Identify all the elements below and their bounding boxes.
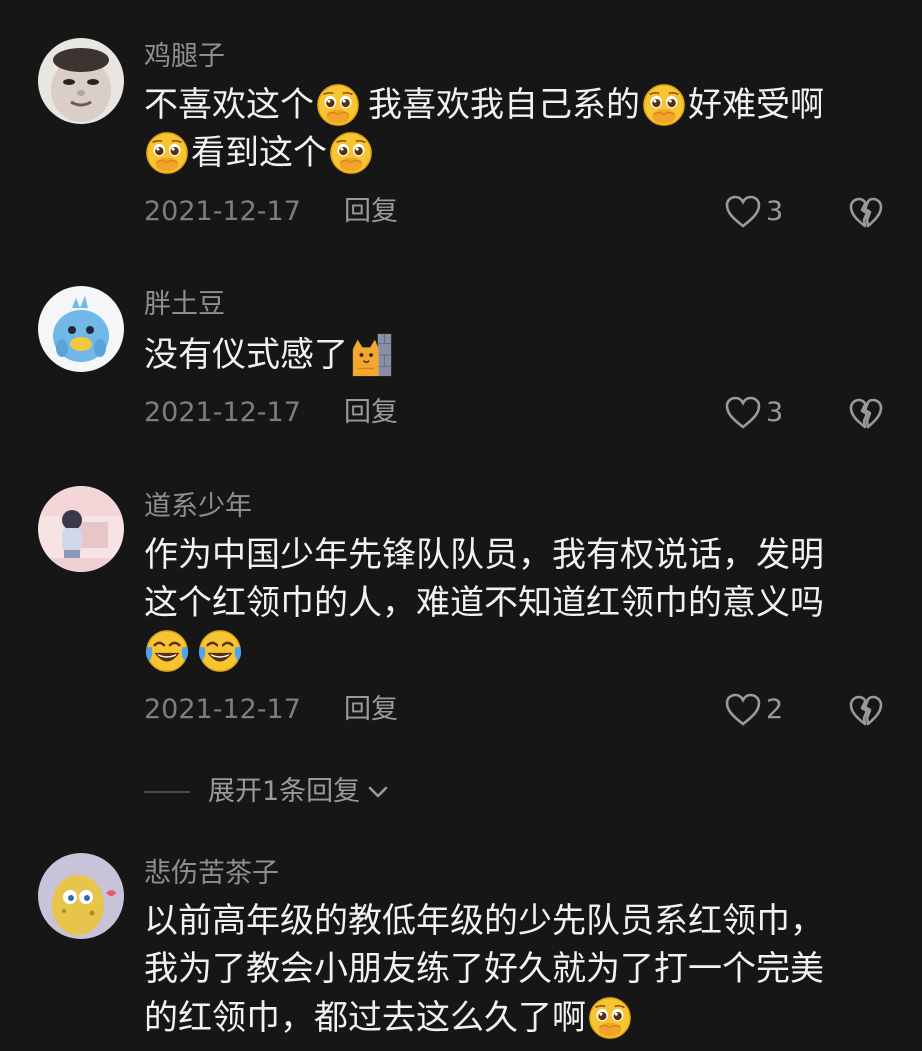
username[interactable]: 鸡腿子 [144,40,225,74]
comment-text: 不喜欢这个 [144,85,314,125]
pleading-face-emoji [315,82,361,128]
comment-text-line: 作为中国少年先锋队队员，我有权说话，发明 [144,533,824,577]
tears-of-joy-emoji [197,628,243,674]
expand-replies-button[interactable]: 展开1条回复 [144,775,392,809]
like-button[interactable]: 3 [724,194,783,230]
pleading-face-emoji [641,82,687,128]
tears-of-joy-emoji [144,628,190,674]
comment-text-line: 看到这个 [144,130,375,176]
comment-date: 2021-12-17 [144,694,301,725]
avatar[interactable] [38,286,124,372]
comment-text-line: 以前高年级的教低年级的少先队员系红领巾， [144,899,824,943]
username[interactable]: 悲伤苦茶子 [144,857,279,891]
like-button[interactable]: 2 [724,692,783,728]
username[interactable]: 道系少年 [144,490,252,524]
reply-button[interactable]: 回复 [344,195,398,229]
comment-text-line [144,628,244,674]
expand-divider [144,791,190,793]
avatar[interactable] [38,38,124,124]
comment-text: 我喜欢我自己系的 [368,85,640,125]
chevron-down-icon [368,786,388,798]
comment-text: 以前高年级的教低年级的少先队员系红领巾， [144,901,824,941]
broken-heart-icon [849,695,883,726]
heart-outline-icon [725,396,761,429]
comment-text-line: 我为了教会小朋友练了好久就为了打一个完美 [144,947,824,991]
comment-text-line: 的红领巾，都过去这么久了啊 [144,995,634,1041]
dislike-button[interactable] [848,694,884,732]
like-count: 3 [766,196,784,227]
comment-text: 这个红领巾的人，难道不知道红领巾的意义吗 [144,583,824,623]
heart-outline-icon [725,195,761,228]
like-count: 3 [766,397,784,428]
avatar[interactable] [38,853,124,939]
comment-date: 2021-12-17 [144,196,301,227]
like-button[interactable]: 3 [724,395,783,431]
expand-replies-label: 展开1条回复 [208,776,361,807]
comment-text-line: 不喜欢这个 我喜欢我自己系的 好难受啊 [144,82,824,128]
dislike-button[interactable] [848,196,884,234]
pleading-face-emoji [587,995,633,1041]
comment-text: 我为了教会小朋友练了好久就为了打一个完美 [144,949,824,989]
comment-date: 2021-12-17 [144,397,301,428]
comment-text: 没有仪式感了 [144,335,348,375]
broken-heart-icon [849,197,883,228]
comment-text-line: 这个红领巾的人，难道不知道红领巾的意义吗 [144,581,824,625]
comment-text: 的红领巾，都过去这么久了啊 [144,998,586,1038]
reply-button[interactable]: 回复 [344,693,398,727]
comment-text: 看到这个 [191,133,327,173]
broken-heart-icon [849,398,883,429]
dislike-button[interactable] [848,397,884,435]
avatar[interactable] [38,486,124,572]
heart-outline-icon [725,693,761,726]
username[interactable]: 胖土豆 [144,288,225,322]
like-count: 2 [766,694,784,725]
reply-button[interactable]: 回复 [344,396,398,430]
comment-text-line: 没有仪式感了 [144,332,396,378]
pleading-face-emoji [328,130,374,176]
pleading-face-emoji [144,130,190,176]
cat-peeking-wall-emoji [349,332,395,378]
comment-text: 好难受啊 [688,85,824,125]
comment-text: 作为中国少年先锋队队员，我有权说话，发明 [144,535,824,575]
